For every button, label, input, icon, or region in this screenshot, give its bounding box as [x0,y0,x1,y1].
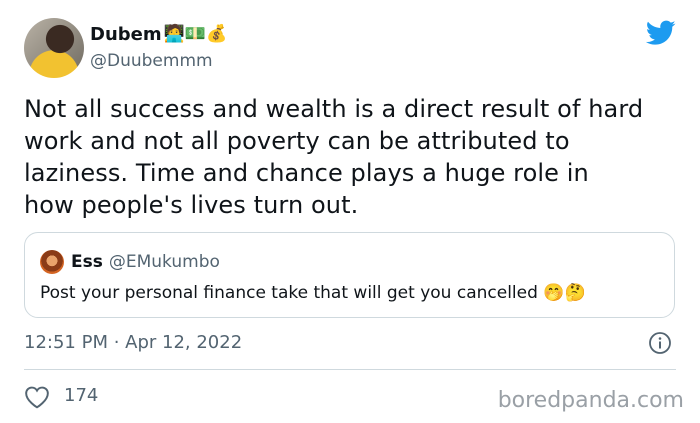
quoted-author-handle: @EMukumbo [108,252,220,272]
author-avatar[interactable] [24,18,84,78]
author-handle[interactable]: @Duubemmm [90,51,213,71]
author-emojis: 🧑‍💻💵💰 [163,24,228,44]
quoted-emojis: 🤭🤔 [543,283,586,303]
twitter-logo-icon[interactable] [646,20,676,46]
tweet-text: Not all success and wealth is a direct r… [24,95,644,219]
quoted-author-avatar[interactable] [40,250,64,274]
info-icon[interactable] [648,331,672,355]
divider [24,369,676,370]
quoted-header: Ess @EMukumbo [71,252,220,272]
author-name-row: Dubem 🧑‍💻💵💰 [90,24,227,45]
quoted-tweet[interactable]: Ess @EMukumbo Post your personal finance… [24,232,675,318]
tweet-timestamp[interactable]: 12:51 PM · Apr 12, 2022 [24,332,242,353]
heart-icon[interactable] [24,385,50,409]
quoted-text-row: Post your personal finance take that wil… [40,283,586,303]
like-count: 174 [64,385,99,406]
quoted-text: Post your personal finance take that wil… [40,283,538,303]
quoted-author-name: Ess [71,252,103,272]
author-name[interactable]: Dubem [90,24,162,45]
watermark: boredpanda.com [497,388,684,413]
